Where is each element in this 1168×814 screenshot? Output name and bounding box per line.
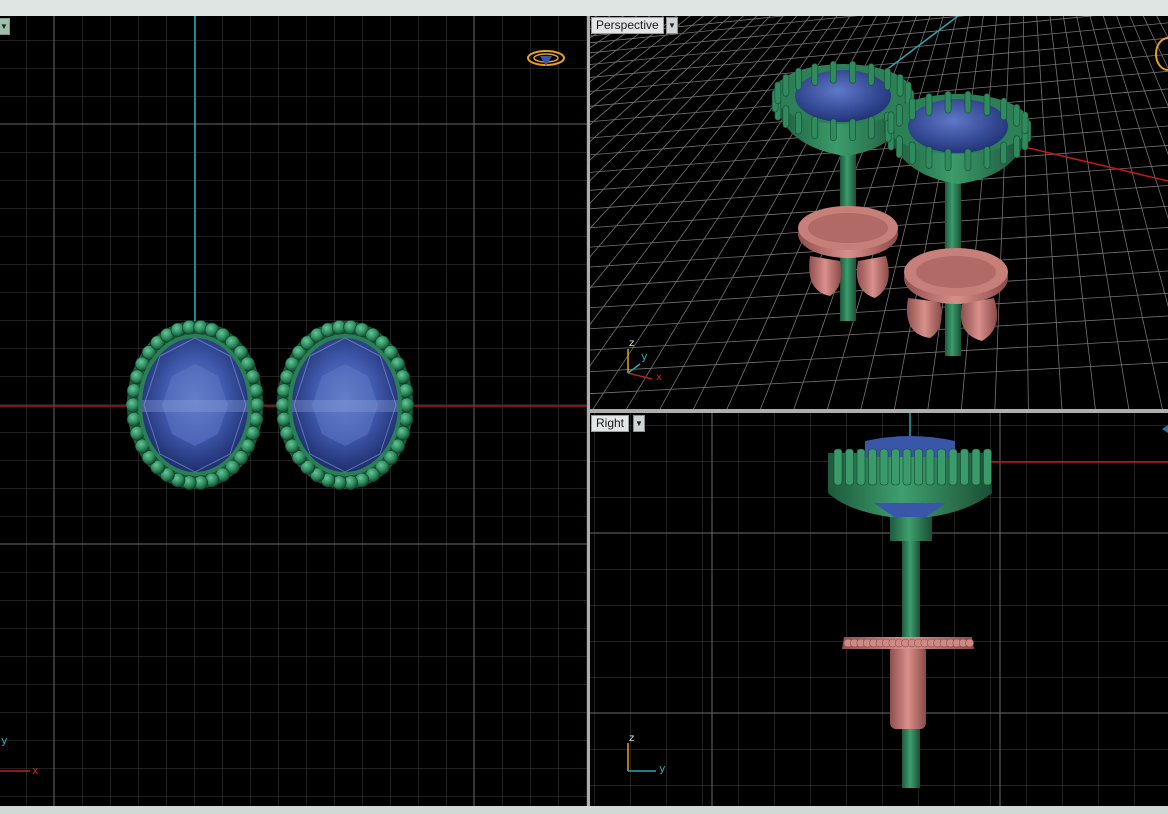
prong — [908, 141, 916, 165]
prong — [795, 67, 802, 91]
prong — [948, 448, 958, 486]
prong — [849, 118, 856, 142]
prong — [925, 146, 933, 169]
rose-bead — [965, 638, 974, 648]
prong — [895, 135, 903, 159]
prong — [1000, 97, 1008, 121]
axis-indicator-icon — [627, 349, 653, 380]
prong — [867, 116, 875, 139]
prong — [983, 146, 991, 169]
earring-left-top-view[interactable] — [125, 320, 265, 490]
right-viewport[interactable]: Right ▼ z y — [590, 413, 1168, 806]
prong — [867, 63, 875, 86]
prong — [937, 448, 946, 486]
prong — [879, 448, 889, 486]
earring-right-perspective[interactable] — [884, 90, 1032, 356]
prong — [811, 116, 819, 139]
prong — [944, 90, 952, 114]
axis-z-label: z — [629, 338, 635, 349]
prong — [1013, 135, 1021, 159]
prong — [925, 448, 935, 486]
prong — [925, 93, 933, 116]
perspective-viewport-title[interactable]: Perspective — [591, 17, 664, 34]
right-viewport-title[interactable]: Right — [591, 415, 630, 432]
axis-y-label: y — [641, 350, 648, 363]
axis-y-label: y — [659, 762, 666, 775]
halo-bead — [249, 397, 265, 413]
viewport-top-strip — [0, 0, 1168, 16]
prong — [811, 63, 819, 86]
prong — [795, 111, 802, 135]
prong — [964, 90, 972, 114]
prong — [971, 448, 981, 486]
prong — [902, 448, 912, 486]
top-viewport[interactable]: y x ▼ — [0, 16, 587, 806]
prong — [960, 448, 969, 486]
prong — [914, 448, 923, 486]
axis-x-label: x — [32, 764, 39, 777]
halo-bead — [125, 397, 141, 413]
prong — [782, 105, 790, 129]
status-strip — [0, 806, 1168, 814]
prong — [830, 118, 837, 142]
axis-x-label: x — [656, 372, 662, 383]
axis-z-label: z — [629, 733, 635, 744]
prong — [856, 448, 866, 486]
orientation-gizmo-icon[interactable] — [1155, 37, 1168, 71]
axis-y-label: y — [1, 734, 8, 747]
halo-bead — [275, 397, 291, 413]
viewport-menu-icon[interactable]: ▼ — [666, 17, 678, 34]
viewport-menu-icon[interactable]: ▼ — [633, 415, 645, 432]
top-viewport-canvas — [0, 16, 587, 806]
prong — [895, 103, 903, 127]
prong — [908, 97, 916, 121]
prong — [983, 93, 991, 116]
prong — [983, 448, 992, 486]
perspective-viewport[interactable]: Perspective ▼ z y x — [590, 16, 1168, 409]
perspective-viewport-canvas — [590, 16, 1168, 409]
prong — [782, 73, 790, 97]
prong — [884, 67, 891, 91]
prong — [849, 60, 856, 84]
prong — [1000, 141, 1008, 165]
prong — [1013, 103, 1021, 127]
prong — [891, 448, 900, 486]
orientation-gizmo-icon[interactable] — [527, 50, 565, 66]
viewport-menu-icon[interactable]: ▼ — [0, 18, 10, 35]
prong — [845, 448, 854, 486]
prong — [774, 81, 782, 105]
prong — [896, 73, 904, 97]
right-viewport-canvas — [590, 413, 1168, 806]
prong — [964, 148, 972, 172]
prong — [1021, 111, 1029, 135]
prong — [833, 448, 843, 486]
prong — [830, 60, 837, 84]
earring-left-perspective[interactable] — [771, 60, 915, 321]
earring-right-top-view[interactable] — [275, 320, 415, 490]
halo-bead — [399, 397, 415, 413]
prong — [887, 111, 895, 135]
prong — [944, 148, 952, 172]
prong — [868, 448, 877, 486]
